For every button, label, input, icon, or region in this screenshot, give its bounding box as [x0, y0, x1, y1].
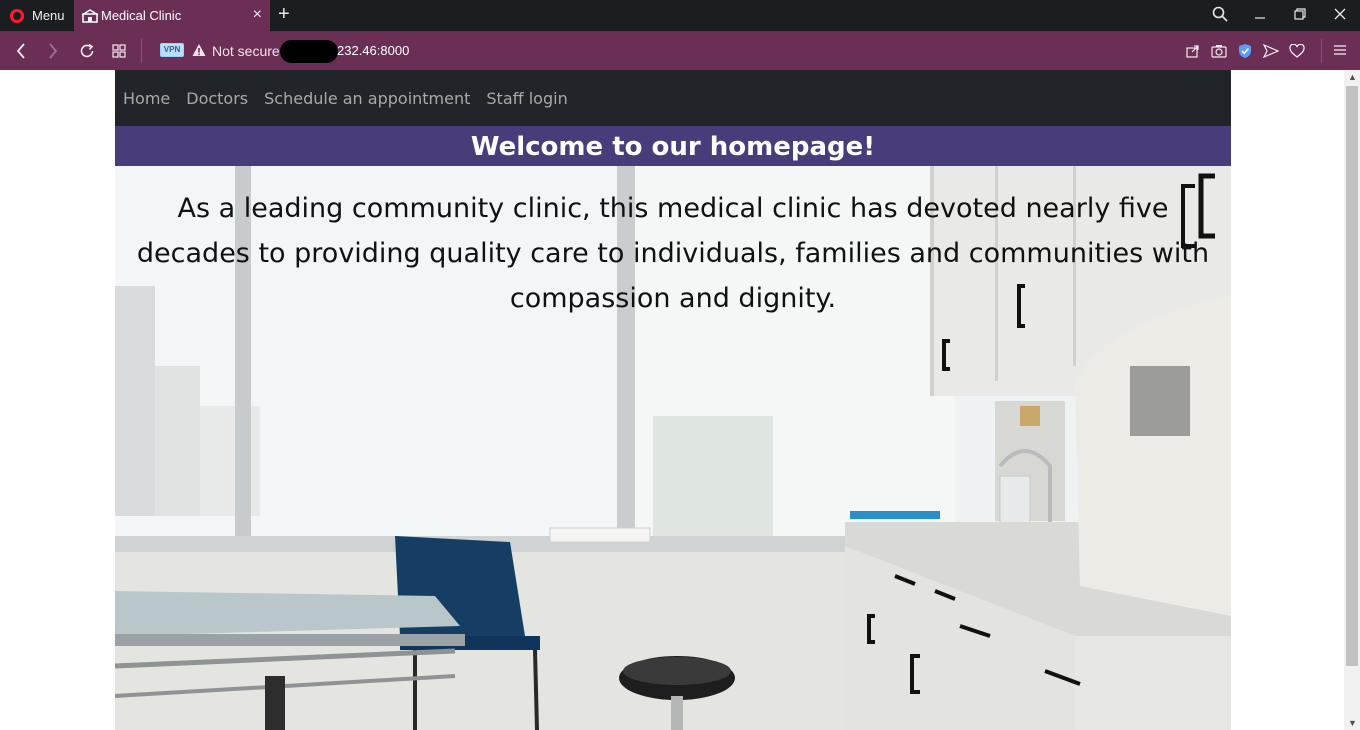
restore-icon[interactable]: [1280, 7, 1320, 24]
vpn-badge[interactable]: VPN: [160, 43, 184, 57]
address-bar-actions: [1180, 31, 1310, 70]
page-scrollbar[interactable]: ▲ ▼: [1344, 70, 1360, 730]
window-controls: [1200, 0, 1360, 31]
toolbar-divider: [141, 39, 142, 63]
bookmark-heart-icon[interactable]: [1284, 43, 1310, 58]
url-text[interactable]: 232.46:8000: [337, 43, 409, 58]
browser-tab-bar: Menu Medical Clinic × +: [0, 0, 1360, 31]
share-icon[interactable]: [1180, 44, 1206, 58]
scroll-up-arrow-icon[interactable]: ▲: [1348, 72, 1357, 82]
search-tabs-icon[interactable]: [1200, 6, 1240, 26]
opera-logo-icon: [10, 8, 24, 23]
scroll-down-arrow-icon[interactable]: ▼: [1348, 718, 1357, 728]
security-status[interactable]: Not secure: [212, 43, 280, 59]
site-navbar: Home Doctors Schedule an appointment Sta…: [115, 70, 1231, 126]
tab-title: Medical Clinic: [101, 8, 182, 23]
send-flow-icon[interactable]: [1258, 43, 1284, 58]
new-tab-button[interactable]: +: [278, 4, 290, 24]
toolbar-divider: [1321, 39, 1322, 63]
hero-section: As a leading community clinic, this medi…: [115, 166, 1231, 730]
nav-link-home[interactable]: Home: [123, 89, 170, 108]
clinic-favicon-icon: [82, 8, 98, 23]
close-window-icon[interactable]: [1320, 7, 1360, 24]
minimize-icon[interactable]: [1240, 7, 1280, 24]
tab-medical-clinic[interactable]: Medical Clinic ×: [74, 0, 270, 31]
nav-link-staff-login[interactable]: Staff login: [486, 89, 567, 108]
scroll-thumb[interactable]: [1346, 86, 1358, 666]
snapshot-camera-icon[interactable]: [1206, 44, 1232, 58]
page-viewport: Home Doctors Schedule an appointment Sta…: [0, 70, 1344, 730]
nav-link-schedule-appointment[interactable]: Schedule an appointment: [264, 89, 470, 108]
tabs-grid-icon[interactable]: [104, 31, 134, 70]
browser-address-bar: VPN Not secure 232.46:8000: [0, 31, 1360, 70]
back-icon[interactable]: [6, 31, 36, 70]
page-container: Home Doctors Schedule an appointment Sta…: [115, 70, 1231, 730]
forward-icon[interactable]: [38, 31, 68, 70]
easy-setup-icon[interactable]: [1332, 42, 1348, 58]
warning-icon: [192, 44, 206, 56]
welcome-heading: Welcome to our homepage!: [115, 126, 1231, 166]
opera-menu-button[interactable]: Menu: [0, 0, 74, 31]
nav-link-doctors[interactable]: Doctors: [186, 89, 248, 108]
menu-label: Menu: [32, 8, 65, 23]
adblock-shield-icon[interactable]: [1232, 43, 1258, 59]
reload-icon[interactable]: [72, 31, 102, 70]
redacted-host: [280, 40, 338, 63]
tab-close-icon[interactable]: ×: [253, 7, 262, 23]
intro-paragraph: As a leading community clinic, this medi…: [136, 193, 1210, 314]
